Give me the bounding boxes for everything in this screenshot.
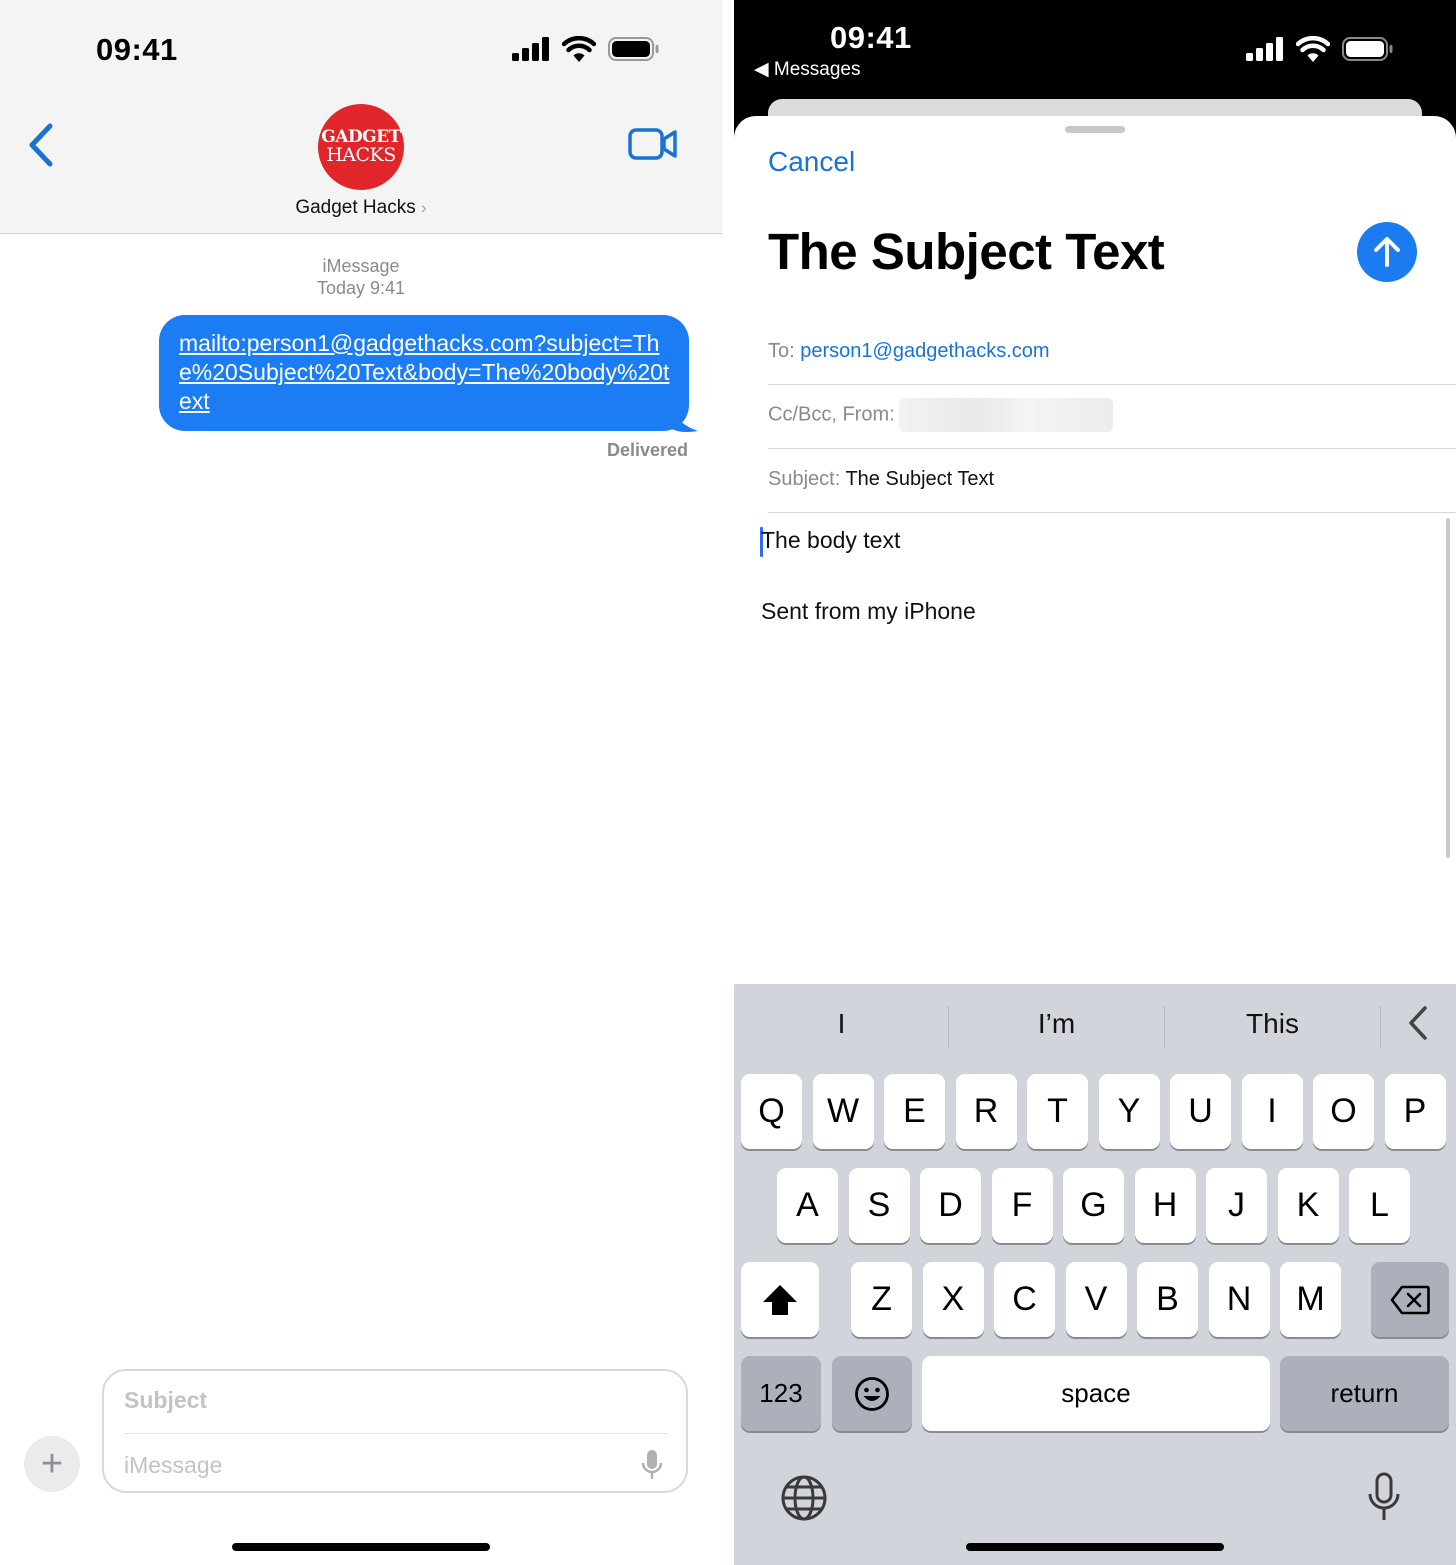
key-j[interactable]: J	[1206, 1168, 1267, 1243]
key-o[interactable]: O	[1313, 1074, 1374, 1149]
redacted-from-address	[898, 398, 1113, 432]
key-v[interactable]: V	[1065, 1262, 1127, 1337]
subject-field[interactable]: Subject: The Subject Text	[768, 468, 1456, 491]
delete-backspace-icon	[1390, 1285, 1430, 1314]
keyboard: I I’m This Q W E R T Y U I O P A S D F G H J K L Z X C V B N M 123…	[734, 984, 1456, 1565]
delete-key[interactable]	[1371, 1262, 1449, 1337]
cc-bcc-from-label: Cc/Bcc, From:	[768, 403, 895, 426]
to-label: To:	[768, 340, 795, 362]
key-l[interactable]: L	[1349, 1168, 1410, 1243]
mailto-link[interactable]: mailto:person1@gadgethacks.com?subject=T…	[179, 330, 669, 414]
field-divider	[768, 448, 1456, 449]
contact-avatar[interactable]: GADGET HACKS	[318, 104, 404, 190]
emoji-icon	[855, 1376, 889, 1411]
key-a[interactable]: A	[777, 1168, 838, 1243]
key-p[interactable]: P	[1384, 1074, 1446, 1149]
subject-label: Subject:	[768, 468, 841, 490]
suggestion-3[interactable]: This	[1165, 1008, 1380, 1040]
globe-icon[interactable]	[780, 1474, 828, 1522]
cellular-signal-icon	[512, 37, 549, 61]
status-icons	[1246, 36, 1394, 62]
key-b[interactable]: B	[1137, 1262, 1198, 1337]
cancel-button[interactable]: Cancel	[768, 146, 855, 178]
arrow-up-icon	[1374, 237, 1400, 267]
scroll-indicator[interactable]	[1446, 518, 1450, 858]
key-h[interactable]: H	[1134, 1168, 1196, 1243]
subject-value[interactable]: The Subject Text	[845, 468, 994, 490]
delivery-status: Delivered	[606, 440, 688, 460]
numbers-key[interactable]: 123	[741, 1356, 821, 1431]
service-label: iMessage	[322, 256, 400, 276]
add-attachment-button[interactable]: +	[24, 1436, 80, 1492]
key-z[interactable]: Z	[851, 1262, 912, 1337]
key-m[interactable]: M	[1280, 1262, 1341, 1337]
plus-icon: +	[40, 1443, 64, 1485]
battery-icon	[608, 37, 659, 61]
body-text[interactable]: The body text	[761, 527, 900, 554]
suggestion-1[interactable]: I	[734, 1008, 949, 1040]
suggestion-2[interactable]: I’m	[949, 1008, 1164, 1040]
panel-divider	[722, 0, 734, 1565]
conversation-header: 09:41 GADGET HACKS Gadget Hacks ›	[0, 0, 722, 234]
status-time: 09:41	[96, 32, 178, 67]
key-y[interactable]: Y	[1098, 1074, 1160, 1149]
key-w[interactable]: W	[812, 1074, 874, 1149]
message-composer[interactable]: Subject iMessage	[102, 1369, 688, 1493]
key-q[interactable]: Q	[741, 1074, 802, 1149]
shift-arrow-icon	[763, 1284, 797, 1315]
key-t[interactable]: T	[1027, 1074, 1088, 1149]
key-g[interactable]: G	[1063, 1168, 1124, 1243]
key-k[interactable]: K	[1277, 1168, 1339, 1243]
composer-divider	[124, 1433, 668, 1434]
home-indicator	[232, 1543, 490, 1551]
cellular-signal-icon	[1246, 37, 1283, 61]
contact-name[interactable]: Gadget Hacks ›	[0, 197, 722, 219]
facetime-video-icon[interactable]	[628, 124, 678, 164]
key-d[interactable]: D	[920, 1168, 981, 1243]
key-r[interactable]: R	[955, 1074, 1017, 1149]
back-to-messages-link[interactable]: ◀ Messages	[754, 58, 861, 81]
signature-text[interactable]: Sent from my iPhone	[761, 598, 976, 625]
collapse-chevron-icon[interactable]	[1405, 1004, 1431, 1042]
status-time: 09:41	[830, 20, 912, 55]
to-field[interactable]: To: person1@gadgethacks.com	[768, 340, 1456, 363]
return-key[interactable]: return	[1280, 1356, 1449, 1431]
mail-compose-screen: 09:41 ◀ Messages Cancel The Subject Text	[734, 0, 1456, 1565]
send-button[interactable]	[1357, 222, 1417, 282]
sheet-grabber[interactable]	[1065, 126, 1125, 133]
dictation-mic-icon[interactable]	[1366, 1472, 1402, 1524]
cc-bcc-from-field[interactable]: Cc/Bcc, From:	[768, 398, 1456, 432]
key-e[interactable]: E	[884, 1074, 945, 1149]
message-timestamp: Today 9:41	[316, 278, 406, 298]
messages-screen: 09:41 GADGET HACKS Gadget Hacks › iMessa…	[0, 0, 722, 1565]
to-recipient[interactable]: person1@gadgethacks.com	[800, 340, 1049, 362]
key-c[interactable]: C	[994, 1262, 1055, 1337]
space-key[interactable]: space	[922, 1356, 1270, 1431]
message-input[interactable]: iMessage	[124, 1452, 222, 1479]
key-x[interactable]: X	[922, 1262, 984, 1337]
back-chevron-icon[interactable]	[24, 122, 60, 168]
dictation-mic-icon[interactable]	[640, 1449, 664, 1481]
battery-icon	[1342, 37, 1393, 61]
key-i[interactable]: I	[1241, 1074, 1303, 1149]
key-f[interactable]: F	[991, 1168, 1053, 1243]
key-u[interactable]: U	[1170, 1074, 1231, 1149]
subject-field[interactable]: Subject	[124, 1387, 207, 1414]
suggestion-divider	[1380, 1006, 1381, 1048]
wifi-icon	[562, 36, 596, 62]
chevron-right-icon: ›	[421, 198, 427, 217]
sent-message-bubble[interactable]: mailto:person1@gadgethacks.com?subject=T…	[159, 315, 689, 431]
status-icons	[512, 36, 660, 62]
home-indicator	[966, 1543, 1224, 1551]
field-divider	[768, 384, 1456, 385]
shift-key[interactable]	[741, 1262, 819, 1337]
emoji-key[interactable]	[832, 1356, 912, 1431]
wifi-icon	[1296, 36, 1330, 62]
contact-name-label: Gadget Hacks	[295, 197, 416, 218]
field-divider	[768, 512, 1456, 513]
compose-title: The Subject Text	[768, 223, 1165, 280]
key-s[interactable]: S	[848, 1168, 910, 1243]
key-n[interactable]: N	[1208, 1262, 1270, 1337]
avatar-logo-line2: HACKS	[326, 144, 396, 166]
